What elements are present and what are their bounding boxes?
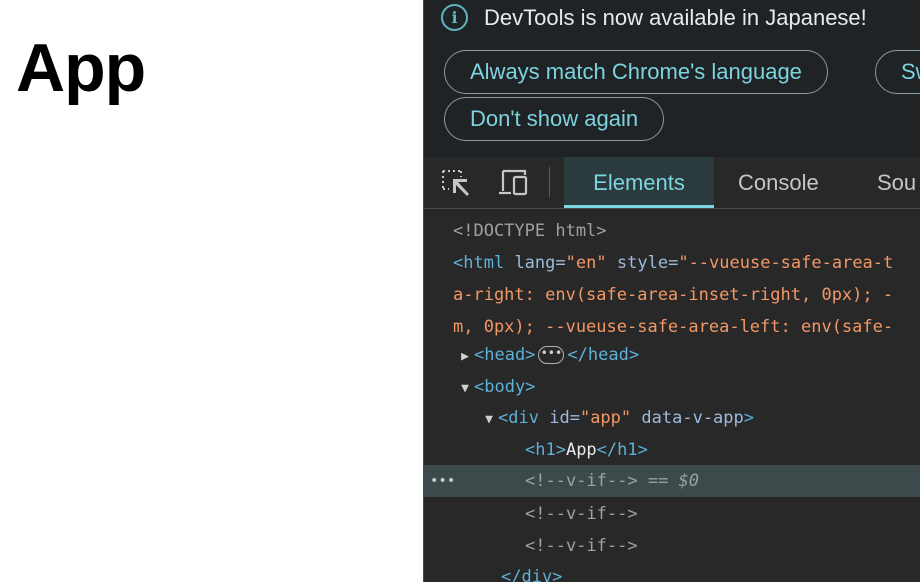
dom-tree: <!DOCTYPE html> <html lang="en" style="-… [424, 209, 920, 582]
dom-node-comment-selected[interactable]: ••• <!--v-if--> == $0 [424, 465, 920, 497]
inspect-element-icon[interactable] [441, 169, 471, 197]
device-toolbar-icon[interactable] [497, 169, 528, 197]
always-match-language-button[interactable]: Always match Chrome's language [444, 50, 828, 94]
dom-node-doctype[interactable]: <!DOCTYPE html> [424, 215, 920, 247]
tab-elements[interactable]: Elements [564, 157, 714, 208]
dom-node-comment[interactable]: <!--v-if--> [424, 498, 920, 530]
dom-node-body[interactable]: ▼ <body> [424, 371, 920, 403]
devtools-panel: i DevTools is now available in Japanese!… [423, 0, 920, 582]
dom-node-comment[interactable]: <!--v-if--> [424, 530, 920, 562]
toolbar-separator [549, 167, 550, 197]
switch-language-button[interactable]: Sw [875, 50, 920, 94]
more-options-icon[interactable]: ••• [430, 465, 455, 497]
tab-console[interactable]: Console [738, 157, 819, 208]
devtools-tabbar: Elements Console Sou [424, 157, 920, 209]
collapse-triangle-icon[interactable]: ▼ [480, 404, 498, 436]
page-heading: App [16, 30, 146, 106]
dom-node-div-app[interactable]: ▼ <div id="app" data-v-app> [424, 402, 920, 434]
collapse-triangle-icon[interactable]: ▼ [456, 373, 474, 405]
dom-node-html-style-cont-1: a-right: env(safe-area-inset-right, 0px)… [453, 285, 894, 305]
dom-node-h1[interactable]: <h1>App</h1> [424, 434, 920, 466]
expand-triangle-icon[interactable]: ▶ [456, 341, 474, 373]
page-viewport: App [0, 0, 423, 582]
infobar-message: DevTools is now available in Japanese! [484, 5, 867, 30]
dont-show-again-button[interactable]: Don't show again [444, 97, 665, 141]
dom-node-div-close[interactable]: </div> [424, 561, 920, 582]
info-icon: i [441, 4, 468, 31]
dom-node-head[interactable]: ▶ <head> ••• </head> [424, 339, 920, 371]
tab-sources[interactable]: Sou [877, 157, 916, 208]
selected-node-marker: == $0 [647, 471, 700, 491]
dom-node-html[interactable]: <html lang="en" style="--vueuse-safe-are… [424, 247, 920, 279]
collapsed-content-icon[interactable]: ••• [538, 346, 565, 364]
language-infobar: i DevTools is now available in Japanese!… [424, 0, 920, 157]
